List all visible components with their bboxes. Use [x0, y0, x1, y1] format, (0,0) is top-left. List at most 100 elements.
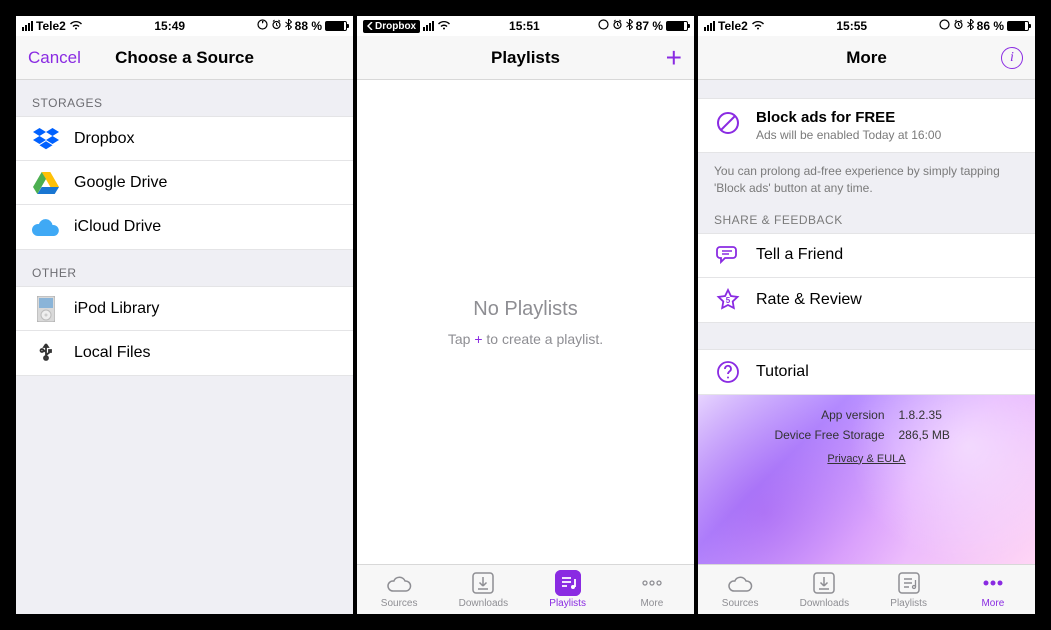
- main-content: No Playlists Tap + to create a playlist.: [357, 80, 694, 564]
- tab-playlists[interactable]: Playlists: [526, 565, 610, 614]
- bluetooth-icon: [285, 19, 292, 33]
- tab-label: More: [981, 598, 1004, 609]
- clock-label: 15:49: [83, 19, 257, 33]
- nav-bar: More i: [698, 36, 1035, 80]
- signal-icon: [22, 21, 33, 31]
- tab-playlists[interactable]: Playlists: [867, 565, 951, 614]
- alarm-icon: [953, 19, 964, 33]
- nav-bar: Playlists +: [357, 36, 694, 80]
- tab-more[interactable]: More: [951, 565, 1035, 614]
- carrier-label: Tele2: [718, 19, 748, 33]
- tell-friend-item[interactable]: Tell a Friend: [698, 234, 1035, 278]
- source-local-files[interactable]: Local Files: [16, 331, 353, 375]
- tab-bar: Sources Downloads Playlists More: [357, 564, 694, 614]
- tab-more[interactable]: More: [610, 565, 694, 614]
- tab-bar: Sources Downloads Playlists More: [698, 564, 1035, 614]
- add-playlist-button[interactable]: +: [666, 44, 682, 72]
- rotation-lock-icon: [257, 19, 268, 33]
- wifi-icon: [751, 19, 765, 33]
- tab-sources[interactable]: Sources: [698, 565, 782, 614]
- tab-downloads[interactable]: Downloads: [441, 565, 525, 614]
- battery-icon: [325, 21, 347, 31]
- status-bar: Tele2 15:49 88 %: [16, 16, 353, 36]
- tab-label: Playlists: [890, 598, 927, 609]
- cloud-icon: [727, 570, 753, 596]
- download-icon: [811, 570, 837, 596]
- source-dropbox[interactable]: Dropbox: [16, 117, 353, 161]
- block-ads-label: Block ads for FREE: [756, 109, 941, 126]
- list-item-label: Local Files: [74, 344, 150, 362]
- status-bar: Tele2 15:55 86 %: [698, 16, 1035, 36]
- tab-label: Sources: [381, 598, 418, 609]
- section-header-storages: STORAGES: [16, 80, 353, 116]
- tab-sources[interactable]: Sources: [357, 565, 441, 614]
- section-header-other: OTHER: [16, 250, 353, 286]
- signal-icon: [423, 21, 434, 31]
- battery-pct-label: 88 %: [295, 19, 322, 33]
- rate-review-item[interactable]: 5 Rate & Review: [698, 278, 1035, 322]
- more-icon: [980, 570, 1006, 596]
- rotation-lock-icon: [598, 19, 609, 33]
- storages-list: Dropbox Google Drive iCloud Drive: [16, 116, 353, 250]
- cancel-button[interactable]: Cancel: [28, 48, 81, 68]
- list-item-label: Rate & Review: [756, 291, 862, 309]
- empty-title: No Playlists: [473, 298, 577, 321]
- tutorial-list: Tutorial: [698, 349, 1035, 395]
- tab-downloads[interactable]: Downloads: [782, 565, 866, 614]
- wifi-icon: [437, 19, 451, 33]
- clock-label: 15:55: [765, 19, 939, 33]
- section-header-share: SHARE & FEEDBACK: [698, 207, 1035, 233]
- usb-icon: [32, 339, 60, 367]
- back-to-app-button[interactable]: Dropbox: [363, 20, 420, 33]
- clock-label: 15:51: [451, 19, 598, 33]
- source-icloud-drive[interactable]: iCloud Drive: [16, 205, 353, 249]
- info-icon: i: [1001, 47, 1023, 69]
- list-item-label: iPod Library: [74, 300, 159, 318]
- plus-hint-icon: +: [474, 331, 482, 347]
- signal-icon: [704, 21, 715, 31]
- chat-icon: [714, 241, 742, 269]
- playlist-icon: [555, 570, 581, 596]
- empty-pre: Tap: [448, 331, 474, 347]
- share-feedback-list: Tell a Friend 5 Rate & Review: [698, 233, 1035, 323]
- battery-pct-label: 86 %: [977, 19, 1004, 33]
- source-google-drive[interactable]: Google Drive: [16, 161, 353, 205]
- app-version-value: 1.8.2.35: [899, 408, 979, 422]
- page-title: More: [698, 48, 1035, 68]
- download-icon: [470, 570, 496, 596]
- source-ipod-library[interactable]: iPod Library: [16, 287, 353, 331]
- bluetooth-icon: [967, 19, 974, 33]
- list-item-label: Google Drive: [74, 174, 167, 192]
- bluetooth-icon: [626, 19, 633, 33]
- svg-text:5: 5: [726, 296, 731, 305]
- list-item-label: iCloud Drive: [74, 218, 161, 236]
- block-ads-sub: Ads will be enabled Today at 16:00: [756, 128, 941, 142]
- screen-choose-source: Tele2 15:49 88 % Cancel Choose a Source …: [16, 16, 353, 614]
- tab-label: Downloads: [459, 598, 508, 609]
- empty-subtitle: Tap + to create a playlist.: [448, 331, 603, 347]
- info-footer: App version1.8.2.35 Device Free Storage2…: [698, 395, 1035, 564]
- page-title: Playlists: [357, 48, 694, 68]
- tab-label: Sources: [722, 598, 759, 609]
- block-ads-item[interactable]: Block ads for FREE Ads will be enabled T…: [698, 99, 1035, 152]
- main-content: Block ads for FREE Ads will be enabled T…: [698, 80, 1035, 564]
- info-button[interactable]: i: [1001, 47, 1023, 69]
- tab-label: More: [640, 598, 663, 609]
- alarm-icon: [271, 19, 282, 33]
- icloud-icon: [32, 213, 60, 241]
- cloud-icon: [386, 570, 412, 596]
- battery-icon: [1007, 21, 1029, 31]
- list-item-label: Dropbox: [74, 130, 134, 148]
- block-ads-list: Block ads for FREE Ads will be enabled T…: [698, 98, 1035, 153]
- other-list: iPod Library Local Files: [16, 286, 353, 376]
- status-bar: Dropbox 15:51 87 %: [357, 16, 694, 36]
- privacy-eula-link[interactable]: Privacy & EULA: [722, 453, 1011, 465]
- more-icon: [639, 570, 665, 596]
- block-icon: [714, 109, 742, 137]
- tutorial-item[interactable]: Tutorial: [698, 350, 1035, 394]
- list-item-label: Tutorial: [756, 363, 809, 381]
- screen-more: Tele2 15:55 86 % More i Block ads for FR…: [698, 16, 1035, 614]
- battery-pct-label: 87 %: [636, 19, 663, 33]
- help-icon: [714, 358, 742, 386]
- free-storage-key: Device Free Storage: [755, 428, 885, 442]
